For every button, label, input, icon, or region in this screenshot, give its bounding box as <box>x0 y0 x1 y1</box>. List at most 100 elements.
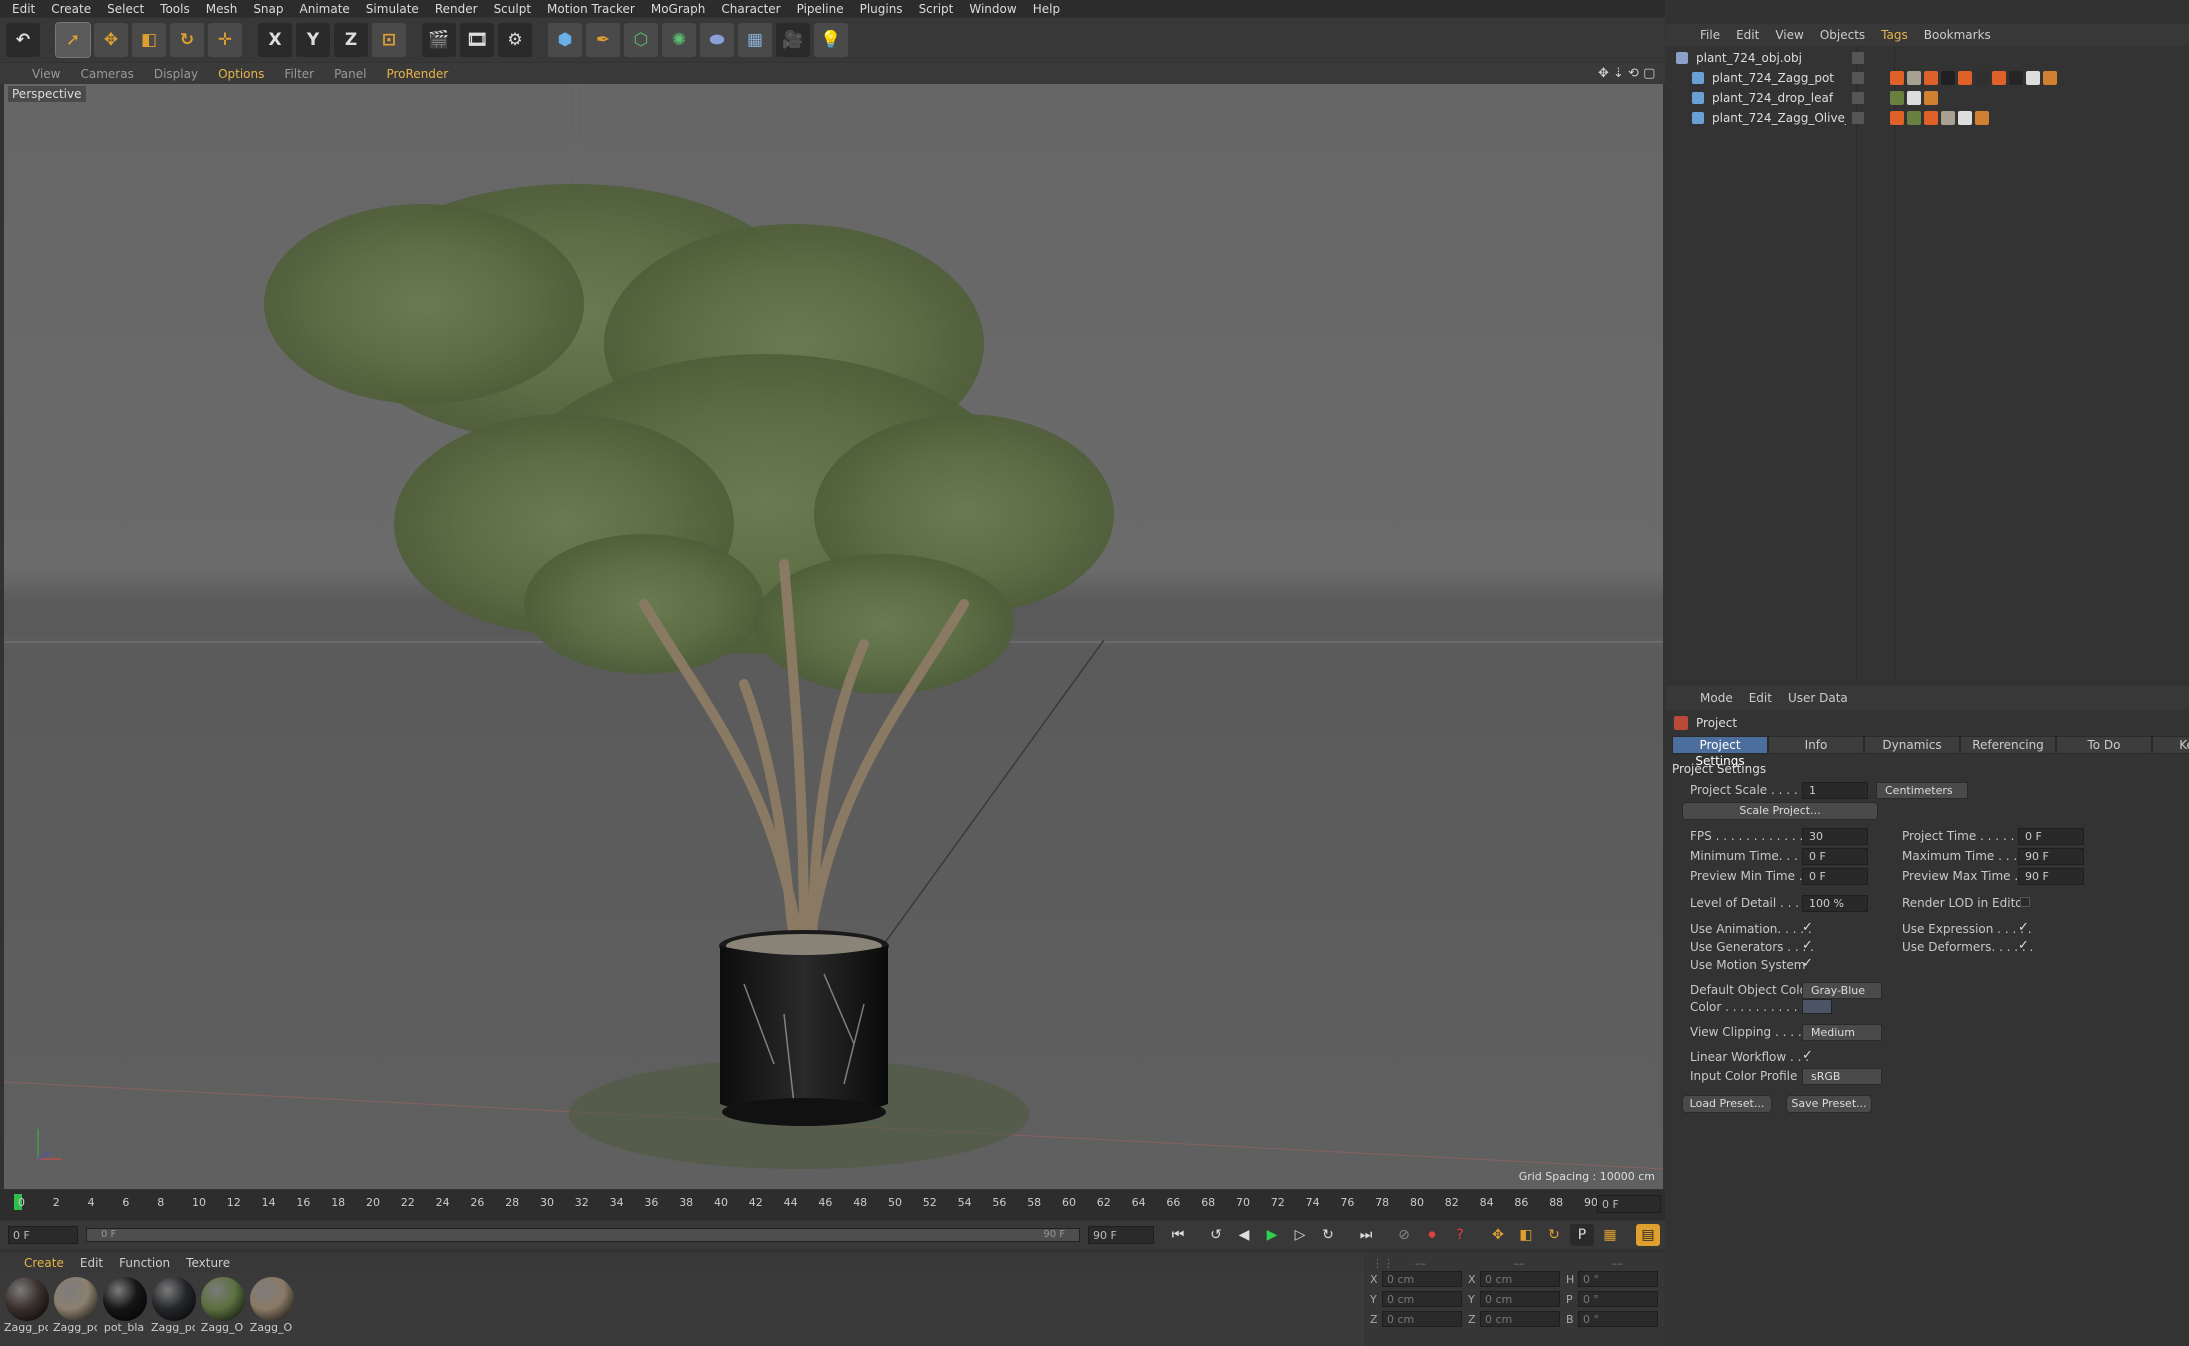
material-tag-icon[interactable] <box>2009 71 2023 85</box>
object-menu-edit[interactable]: Edit <box>1728 28 1767 42</box>
key-scale-icon[interactable]: ◧ <box>1514 1224 1538 1246</box>
menu-item-character[interactable]: Character <box>713 2 788 16</box>
visibility-toggle-icon[interactable] <box>1852 72 1864 84</box>
menu-item-tools[interactable]: Tools <box>152 2 198 16</box>
coordinate-field[interactable]: 0 cm <box>1382 1271 1462 1287</box>
current-frame-field[interactable]: 0 F <box>1597 1195 1661 1213</box>
menu-item-plugins[interactable]: Plugins <box>852 2 911 16</box>
material-tag-icon[interactable] <box>1924 71 1938 85</box>
menu-item-pipeline[interactable]: Pipeline <box>789 2 852 16</box>
min-time-field[interactable]: 0 F <box>1802 848 1868 865</box>
tab-dynamics[interactable]: Dynamics <box>1864 736 1960 754</box>
coordinate-field[interactable]: 0 cm <box>1480 1271 1560 1287</box>
material-tag-icon[interactable] <box>1941 71 1955 85</box>
object-row[interactable]: plant_724_drop_leaf <box>1666 88 2189 108</box>
attribute-menu-user-data[interactable]: User Data <box>1780 691 1856 705</box>
render-view-icon[interactable]: 🎬 <box>422 23 456 57</box>
menu-item-help[interactable]: Help <box>1025 2 1068 16</box>
x-axis-button[interactable]: X <box>258 23 292 57</box>
tab-referencing[interactable]: Referencing <box>1960 736 2056 754</box>
cube-icon[interactable]: ⬢ <box>548 23 582 57</box>
attribute-menu-edit[interactable]: Edit <box>1741 691 1780 705</box>
record-keys-icon[interactable]: ⊘ <box>1392 1224 1416 1246</box>
deformer-icon[interactable]: ⬬ <box>700 23 734 57</box>
use-expression-checkbox[interactable]: ✓ <box>2018 920 2029 935</box>
menu-item-create[interactable]: Create <box>43 2 99 16</box>
next-frame-icon[interactable]: ▷ <box>1288 1224 1312 1246</box>
visibility-toggle-icon[interactable] <box>1852 52 1864 64</box>
coordinate-system-icon[interactable]: ⊡ <box>372 23 406 57</box>
menu-item-edit[interactable]: Edit <box>4 2 43 16</box>
material-tag-icon[interactable] <box>1907 91 1921 105</box>
y-axis-button[interactable]: Y <box>296 23 330 57</box>
material-menu-create[interactable]: Create <box>16 1256 72 1270</box>
coordinate-field[interactable]: 0 ° <box>1578 1291 1658 1307</box>
material-swatch[interactable]: pot_bla <box>102 1277 148 1334</box>
project-scale-field[interactable]: 1 <box>1802 782 1868 799</box>
load-preset-button[interactable]: Load Preset... <box>1682 1095 1772 1113</box>
goto-start-icon[interactable]: ⏮ <box>1166 1224 1190 1246</box>
autokey-icon[interactable]: ⏺ <box>1420 1224 1444 1246</box>
viewport-menu-cameras[interactable]: Cameras <box>70 67 143 81</box>
material-swatch[interactable]: Zagg_O <box>249 1277 295 1334</box>
input-color-profile-dropdown[interactable]: sRGB <box>1802 1068 1882 1085</box>
end-frame-field[interactable]: 90 F <box>1088 1226 1154 1244</box>
material-tag-icon[interactable] <box>1958 71 1972 85</box>
material-tag-icon[interactable] <box>1975 111 1989 125</box>
object-menu-bookmarks[interactable]: Bookmarks <box>1916 28 1999 42</box>
material-menu-edit[interactable]: Edit <box>72 1256 111 1270</box>
camera-icon[interactable]: 🎥 <box>776 23 810 57</box>
render-lod-checkbox[interactable] <box>2020 897 2030 907</box>
material-tag-icon[interactable] <box>1890 71 1904 85</box>
material-tag-icon[interactable] <box>2026 71 2040 85</box>
menu-item-mograph[interactable]: MoGraph <box>643 2 714 16</box>
prev-key-icon[interactable]: ↺ <box>1204 1224 1228 1246</box>
viewport-menu-prorender[interactable]: ProRender <box>376 67 458 81</box>
menu-item-simulate[interactable]: Simulate <box>358 2 427 16</box>
start-frame-field[interactable]: 0 F <box>8 1226 78 1244</box>
viewport-menu-display[interactable]: Display <box>144 67 208 81</box>
color-swatch[interactable] <box>1802 999 1832 1014</box>
material-swatch[interactable]: Zagg_O <box>200 1277 246 1334</box>
menu-item-snap[interactable]: Snap <box>245 2 291 16</box>
tab-info[interactable]: Info <box>1768 736 1864 754</box>
range-slider[interactable]: 0 F 90 F <box>86 1228 1080 1242</box>
floor-icon[interactable]: ▦ <box>738 23 772 57</box>
fps-field[interactable]: 30 <box>1802 828 1868 845</box>
goto-end-icon[interactable]: ⏭ <box>1354 1224 1378 1246</box>
subdivision-icon[interactable]: ⬡ <box>624 23 658 57</box>
material-tag-icon[interactable] <box>1924 111 1938 125</box>
material-tag-icon[interactable] <box>1890 111 1904 125</box>
scale-tool-icon[interactable]: ◧ <box>132 23 166 57</box>
viewport-menu-filter[interactable]: Filter <box>274 67 324 81</box>
undo-icon[interactable]: ↶ <box>6 23 40 57</box>
default-color-dropdown[interactable]: Gray-Blue <box>1802 982 1882 999</box>
material-tag-icon[interactable] <box>1958 111 1972 125</box>
key-rotation-icon[interactable]: ↻ <box>1542 1224 1566 1246</box>
tab-key-int[interactable]: Key Int <box>2152 736 2189 754</box>
viewport-nav-icons[interactable]: ✥ ⇣ ⟲ ▢ <box>1598 66 1655 81</box>
material-tag-icon[interactable] <box>1907 71 1921 85</box>
timeline-ruler[interactable]: 0 2 4 6 8 10 12 14 16 18 20 22 24 26 28 30 32 34 36 38 40 42 4… <box>0 1190 1665 1220</box>
material-tag-icon[interactable] <box>1890 91 1904 105</box>
viewport-menu-options[interactable]: Options <box>208 67 274 81</box>
tab-to-do[interactable]: To Do <box>2056 736 2152 754</box>
view-clipping-dropdown[interactable]: Medium <box>1802 1024 1882 1041</box>
menu-item-motion-tracker[interactable]: Motion Tracker <box>539 2 643 16</box>
max-time-field[interactable]: 90 F <box>2018 848 2084 865</box>
object-menu-tags[interactable]: Tags <box>1873 28 1916 42</box>
object-menu-file[interactable]: File <box>1692 28 1728 42</box>
use-motion-checkbox[interactable]: ✓ <box>1802 956 1813 971</box>
key-param-icon[interactable]: P <box>1570 1224 1594 1246</box>
move-tool-icon[interactable]: ✥ <box>94 23 128 57</box>
linear-workflow-checkbox[interactable]: ✓ <box>1802 1048 1813 1063</box>
coordinate-field[interactable]: 0 ° <box>1578 1311 1658 1327</box>
select-arrow-icon[interactable]: ➚ <box>55 22 91 58</box>
light-icon[interactable]: 💡 <box>814 23 848 57</box>
timeline-window-icon[interactable]: ▤ <box>1636 1224 1660 1246</box>
visibility-toggle-icon[interactable] <box>1852 112 1864 124</box>
material-swatch[interactable]: Zagg_pc <box>4 1277 50 1334</box>
tab-project-settings[interactable]: Project Settings <box>1672 736 1768 768</box>
keyframe-help-icon[interactable]: ? <box>1448 1224 1472 1246</box>
menu-item-animate[interactable]: Animate <box>292 2 358 16</box>
